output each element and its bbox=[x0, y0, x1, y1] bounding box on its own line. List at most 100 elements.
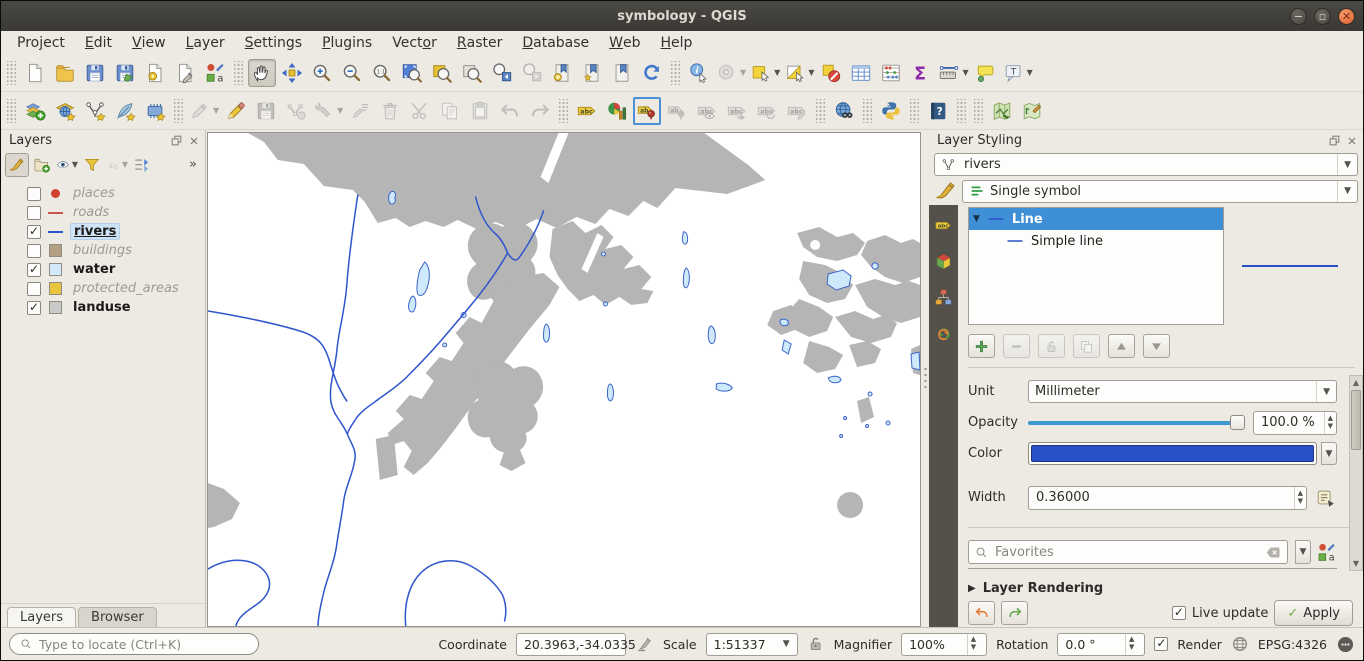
close-button[interactable]: ✕ bbox=[1338, 8, 1355, 25]
layer-diagram-options-button[interactable] bbox=[603, 97, 631, 125]
styling-layer-selector[interactable]: rivers ▼ bbox=[934, 153, 1358, 176]
text-annotation-button[interactable]: T▼ bbox=[1002, 59, 1034, 87]
move-label-button[interactable]: abc bbox=[723, 97, 751, 125]
tab-browser[interactable]: Browser bbox=[78, 607, 157, 627]
layers-panel-close-button[interactable] bbox=[186, 133, 201, 148]
tab-3d-view[interactable] bbox=[932, 249, 956, 273]
zoom-next-button[interactable] bbox=[518, 59, 546, 87]
toggle-editing-button[interactable] bbox=[222, 97, 250, 125]
add-symbol-layer-button[interactable] bbox=[968, 334, 995, 358]
new-spatial-bookmark-button[interactable] bbox=[548, 59, 576, 87]
show-layout-manager-button[interactable] bbox=[171, 59, 199, 87]
help-contents-button[interactable]: ? bbox=[924, 97, 952, 125]
lock-symbol-layer-button[interactable] bbox=[1038, 334, 1065, 358]
layer-checkbox-buildings[interactable] bbox=[27, 244, 41, 258]
magnifier-spinbox[interactable]: 100% ▲▼ bbox=[901, 633, 987, 656]
map-canvas[interactable] bbox=[207, 132, 921, 627]
refresh-button[interactable] bbox=[638, 59, 666, 87]
zoom-to-layer-button[interactable] bbox=[458, 59, 486, 87]
change-label-button[interactable]: abc bbox=[783, 97, 811, 125]
layer-row-roads[interactable]: roads bbox=[1, 203, 205, 222]
menu-layer[interactable]: Layer bbox=[176, 32, 235, 53]
filter-legend-by-expression-button[interactable]: ε▼ bbox=[105, 153, 129, 177]
menu-edit[interactable]: Edit bbox=[75, 32, 122, 53]
menu-database[interactable]: Database bbox=[512, 32, 599, 53]
mouse-position-toggle-icon[interactable] bbox=[635, 635, 654, 654]
tab-history[interactable] bbox=[932, 321, 956, 345]
identify-features-button[interactable]: i bbox=[685, 59, 713, 87]
map-tips-button[interactable] bbox=[972, 59, 1000, 87]
menu-raster[interactable]: Raster bbox=[447, 32, 512, 53]
redo-button[interactable] bbox=[526, 97, 554, 125]
saved-symbols-list[interactable] bbox=[968, 568, 1337, 569]
zoom-to-selection-button[interactable] bbox=[428, 59, 456, 87]
map-plugin-1-button[interactable] bbox=[988, 97, 1016, 125]
show-bookmark-manager-button[interactable] bbox=[608, 59, 636, 87]
filter-legend-button[interactable] bbox=[80, 153, 104, 177]
save-project-as-button[interactable] bbox=[111, 59, 139, 87]
styling-panel-float-button[interactable] bbox=[1327, 133, 1342, 148]
spin-arrows-icon[interactable]: ▲▼ bbox=[1294, 487, 1306, 509]
new-print-layout-button[interactable] bbox=[141, 59, 169, 87]
minimize-button[interactable]: − bbox=[1290, 8, 1307, 25]
vertex-tool-button[interactable] bbox=[282, 97, 310, 125]
open-data-source-manager-button[interactable] bbox=[21, 97, 49, 125]
show-spatial-bookmarks-button[interactable] bbox=[578, 59, 606, 87]
new-project-button[interactable] bbox=[21, 59, 49, 87]
style-manager-button[interactable]: a bbox=[201, 59, 229, 87]
rotate-label-button[interactable]: abc bbox=[753, 97, 781, 125]
pan-map-button[interactable] bbox=[248, 59, 276, 87]
symbol-search-input[interactable]: Favorites bbox=[968, 540, 1288, 564]
new-geopackage-layer-button[interactable] bbox=[51, 97, 79, 125]
rotation-spinbox[interactable]: 0.0 ° ▲▼ bbox=[1057, 633, 1145, 656]
save-layer-edits-button[interactable] bbox=[252, 97, 280, 125]
redo-style-button[interactable] bbox=[1001, 601, 1028, 625]
spin-arrows-icon[interactable]: ▲▼ bbox=[1324, 412, 1336, 434]
menu-plugins[interactable]: Plugins bbox=[312, 32, 382, 53]
layer-row-rivers[interactable]: rivers bbox=[1, 222, 205, 241]
chevron-down-icon[interactable]: ▼ bbox=[337, 106, 343, 115]
layer-row-landuse[interactable]: landuse bbox=[1, 298, 205, 317]
styling-scrollbar[interactable]: ▲ ▼ bbox=[1349, 375, 1363, 571]
layer-checkbox-protected_areas[interactable] bbox=[27, 282, 41, 296]
width-spinbox[interactable]: 0.36000 ▲▼ bbox=[1028, 486, 1307, 510]
maximize-button[interactable]: ▫ bbox=[1314, 8, 1331, 25]
copy-features-button[interactable] bbox=[436, 97, 464, 125]
zoom-native-button[interactable]: 1:1 bbox=[368, 59, 396, 87]
menu-vector[interactable]: Vector bbox=[382, 32, 447, 53]
menu-help[interactable]: Help bbox=[651, 32, 703, 53]
chevron-down-icon[interactable]: ▼ bbox=[122, 160, 128, 169]
open-project-button[interactable] bbox=[51, 59, 79, 87]
layer-row-places[interactable]: places bbox=[1, 184, 205, 203]
layer-rendering-section[interactable]: ▶ Layer Rendering bbox=[968, 581, 1355, 596]
open-layer-styling-panel-button[interactable] bbox=[5, 153, 29, 177]
menu-web[interactable]: Web bbox=[599, 32, 650, 53]
pan-map-to-selection-button[interactable] bbox=[278, 59, 306, 87]
select-features-button[interactable]: ▼ bbox=[749, 59, 781, 87]
move-down-button[interactable] bbox=[1143, 334, 1170, 358]
messages-button[interactable] bbox=[1336, 635, 1355, 654]
delete-selected-button[interactable] bbox=[376, 97, 404, 125]
scroll-up-icon[interactable]: ▲ bbox=[1350, 376, 1362, 389]
metasearch-button[interactable] bbox=[830, 97, 858, 125]
opacity-spinbox[interactable]: 100.0 % ▲▼ bbox=[1253, 411, 1337, 435]
tab-layers[interactable]: Layers bbox=[7, 607, 76, 627]
zoom-in-button[interactable] bbox=[308, 59, 336, 87]
menu-settings[interactable]: Settings bbox=[235, 32, 312, 53]
undo-button[interactable] bbox=[496, 97, 524, 125]
locator-input[interactable]: Type to locate (Ctrl+K) bbox=[9, 633, 259, 655]
zoom-out-button[interactable] bbox=[338, 59, 366, 87]
tab-labels[interactable]: abc bbox=[932, 213, 956, 237]
styling-panel-close-button[interactable] bbox=[1344, 133, 1359, 148]
expander-icon[interactable]: ▼ bbox=[973, 214, 980, 224]
crs-status[interactable]: EPSG:4326 bbox=[1258, 637, 1327, 652]
renderer-selector[interactable]: Single symbol ▼ bbox=[962, 180, 1358, 203]
layers-panel-more-button[interactable]: » bbox=[189, 157, 201, 172]
move-up-button[interactable] bbox=[1108, 334, 1135, 358]
expand-collapse-all-button[interactable] bbox=[130, 153, 154, 177]
layer-row-buildings[interactable]: buildings bbox=[1, 241, 205, 260]
crs-globe-icon[interactable] bbox=[1231, 635, 1249, 653]
statistical-summary-button[interactable]: Σ bbox=[907, 59, 935, 87]
map-plugin-2-button[interactable] bbox=[1018, 97, 1046, 125]
chevron-down-icon[interactable]: ▼ bbox=[808, 68, 814, 77]
